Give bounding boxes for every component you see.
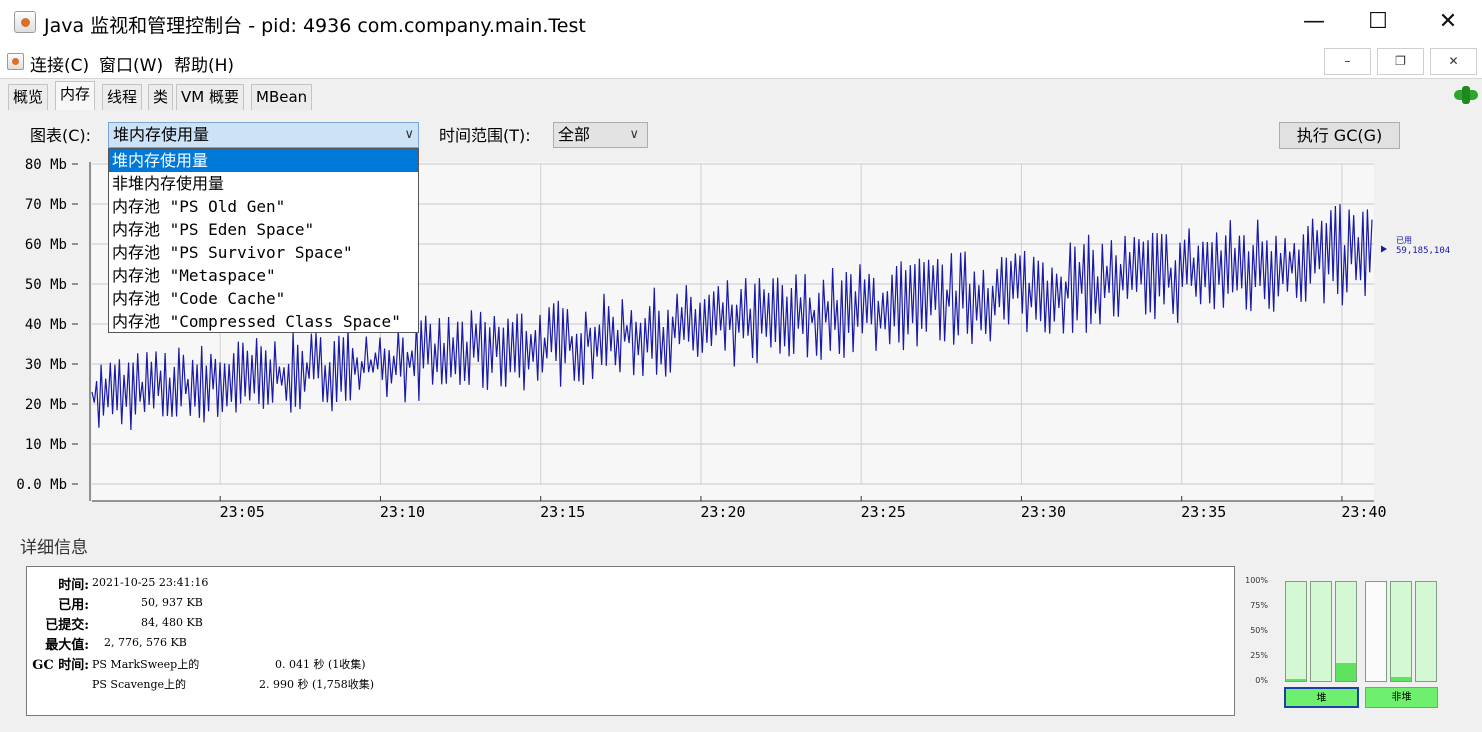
chart-label: 图表(C): xyxy=(30,126,92,145)
x-tick-label: 23:30 xyxy=(1021,503,1066,521)
nonheap-pool-button[interactable]: 非堆 xyxy=(1365,687,1438,708)
connection-status-icon xyxy=(1454,86,1478,104)
java-icon xyxy=(14,11,36,33)
gc-marksweep-value: 0. 041 秒 (1收集) xyxy=(275,658,366,671)
y-tick-label: 60 Mb xyxy=(25,237,67,253)
max-label: 最大值: xyxy=(45,638,89,653)
window-title: Java 监视和管理控制台 - pid: 4936 com.company.ma… xyxy=(44,15,586,37)
x-tick-label: 23:05 xyxy=(220,503,265,521)
nonheap-pool-bar[interactable] xyxy=(1365,581,1387,682)
series-name-label: 已用 xyxy=(1396,236,1412,245)
tab-vm-summary[interactable]: VM 概要 xyxy=(176,84,244,110)
y-tick-label: 30 Mb xyxy=(25,357,67,373)
menu-connection[interactable]: 连接(C) xyxy=(30,51,89,76)
y-tick-label: 50 Mb xyxy=(25,277,67,293)
used-label: 已用: xyxy=(58,598,89,613)
chevron-down-icon: ∨ xyxy=(629,127,639,142)
dropdown-option-compressed-class[interactable]: 内存池 "Compressed Class Space" xyxy=(109,310,418,333)
maximize-button[interactable]: ☐ xyxy=(1350,6,1406,38)
x-tick-label: 23:25 xyxy=(861,503,906,521)
x-tick-label: 23:40 xyxy=(1341,503,1386,521)
time-range-label: 时间范围(T): xyxy=(439,126,531,145)
tab-strip: 概览 内存 线程 类 VM 概要 MBean xyxy=(0,78,1482,110)
menu-window[interactable]: 窗口(W) xyxy=(99,51,163,76)
y-tick-label: 10 Mb xyxy=(25,437,67,453)
gc-scavenge-name: PS Scavenge上的 xyxy=(92,678,187,691)
pool-fill xyxy=(1336,663,1356,681)
tab-mbean[interactable]: MBean xyxy=(251,84,313,110)
y-tick-label: 0.0 Mb xyxy=(16,477,67,493)
dropdown-option-survivor[interactable]: 内存池 "PS Survivor Space" xyxy=(109,241,418,264)
heap-pool-bar[interactable] xyxy=(1335,581,1357,682)
inner-restore-button[interactable]: ❐ xyxy=(1377,48,1424,75)
tab-threads[interactable]: 线程 xyxy=(102,84,143,110)
dropdown-option-metaspace[interactable]: 内存池 "Metaspace" xyxy=(109,264,418,287)
x-tick-label: 23:20 xyxy=(700,503,745,521)
dropdown-option-eden[interactable]: 内存池 "PS Eden Space" xyxy=(109,218,418,241)
pct-label: 25% xyxy=(1250,651,1268,660)
gc-marksweep-name: PS MarkSweep上的 xyxy=(92,658,200,671)
y-tick-label: 80 Mb xyxy=(25,157,67,173)
dropdown-option-code-cache[interactable]: 内存池 "Code Cache" xyxy=(109,287,418,310)
nonheap-pool-bar[interactable] xyxy=(1390,581,1412,682)
pct-label: 100% xyxy=(1245,576,1268,585)
y-tick-label: 20 Mb xyxy=(25,397,67,413)
tab-classes[interactable]: 类 xyxy=(148,84,174,110)
close-button[interactable]: ✕ xyxy=(1420,6,1476,38)
x-tick-label: 23:15 xyxy=(540,503,585,521)
tab-overview[interactable]: 概览 xyxy=(8,84,49,110)
chart-dropdown-list: 堆内存使用量 非堆内存使用量 内存池 "PS Old Gen" 内存池 "PS … xyxy=(108,148,419,333)
used-value: 50, 937 KB xyxy=(141,596,203,609)
heap-pool-button[interactable]: 堆 xyxy=(1284,687,1359,708)
menu-help[interactable]: 帮助(H) xyxy=(174,51,234,76)
dropdown-option-old-gen[interactable]: 内存池 "PS Old Gen" xyxy=(109,195,418,218)
x-tick-label: 23:10 xyxy=(380,503,425,521)
gc-scavenge-value: 2. 990 秒 (1,758收集) xyxy=(259,678,375,691)
pct-label: 0% xyxy=(1255,676,1268,685)
perform-gc-button[interactable]: 执行 GC(G) xyxy=(1279,122,1400,149)
chart-select[interactable]: 堆内存使用量 ∨ xyxy=(108,122,419,148)
heap-pool-bar[interactable] xyxy=(1285,581,1307,682)
pool-fill xyxy=(1391,677,1411,681)
pool-fill xyxy=(1286,679,1306,681)
current-value-label: 59,185,104 xyxy=(1396,246,1450,256)
time-range-select[interactable]: 全部 ∨ xyxy=(553,122,648,148)
y-tick-label: 70 Mb xyxy=(25,197,67,213)
details-title: 详细信息 xyxy=(20,538,88,558)
time-label: 时间: xyxy=(58,578,89,593)
heap-pool-bar[interactable] xyxy=(1310,581,1332,682)
committed-value: 84, 480 KB xyxy=(141,616,203,629)
minimize-button[interactable]: — xyxy=(1286,6,1342,38)
chart-select-value: 堆内存使用量 xyxy=(113,125,210,144)
inner-minimize-button[interactable]: – xyxy=(1324,48,1371,75)
x-tick-label: 23:35 xyxy=(1181,503,1226,521)
y-tick-label: 40 Mb xyxy=(25,317,67,333)
max-value: 2, 776, 576 KB xyxy=(104,636,187,649)
dropdown-option-heap[interactable]: 堆内存使用量 xyxy=(109,149,418,172)
java-icon[interactable] xyxy=(7,53,24,70)
pct-label: 75% xyxy=(1250,601,1268,610)
nonheap-pool-bar[interactable] xyxy=(1415,581,1437,682)
menu-bar: 连接(C) 窗口(W) 帮助(H) – ❐ ✕ xyxy=(0,44,1482,78)
gc-time-label: GC 时间: xyxy=(32,658,89,673)
time-range-value: 全部 xyxy=(558,125,591,144)
time-value: 2021-10-25 23:41:16 xyxy=(92,576,209,589)
pct-label: 50% xyxy=(1250,626,1268,635)
chevron-down-icon: ∨ xyxy=(404,127,414,142)
inner-close-button[interactable]: ✕ xyxy=(1430,48,1477,75)
current-value-marker xyxy=(1381,245,1387,253)
title-bar: Java 监视和管理控制台 - pid: 4936 com.company.ma… xyxy=(0,0,1482,44)
committed-label: 已提交: xyxy=(45,618,89,633)
dropdown-option-nonheap[interactable]: 非堆内存使用量 xyxy=(109,172,418,195)
tab-memory[interactable]: 内存 xyxy=(55,81,96,110)
details-box: 时间: 2021-10-25 23:41:16 已用: 50, 937 KB 已… xyxy=(26,566,1235,716)
